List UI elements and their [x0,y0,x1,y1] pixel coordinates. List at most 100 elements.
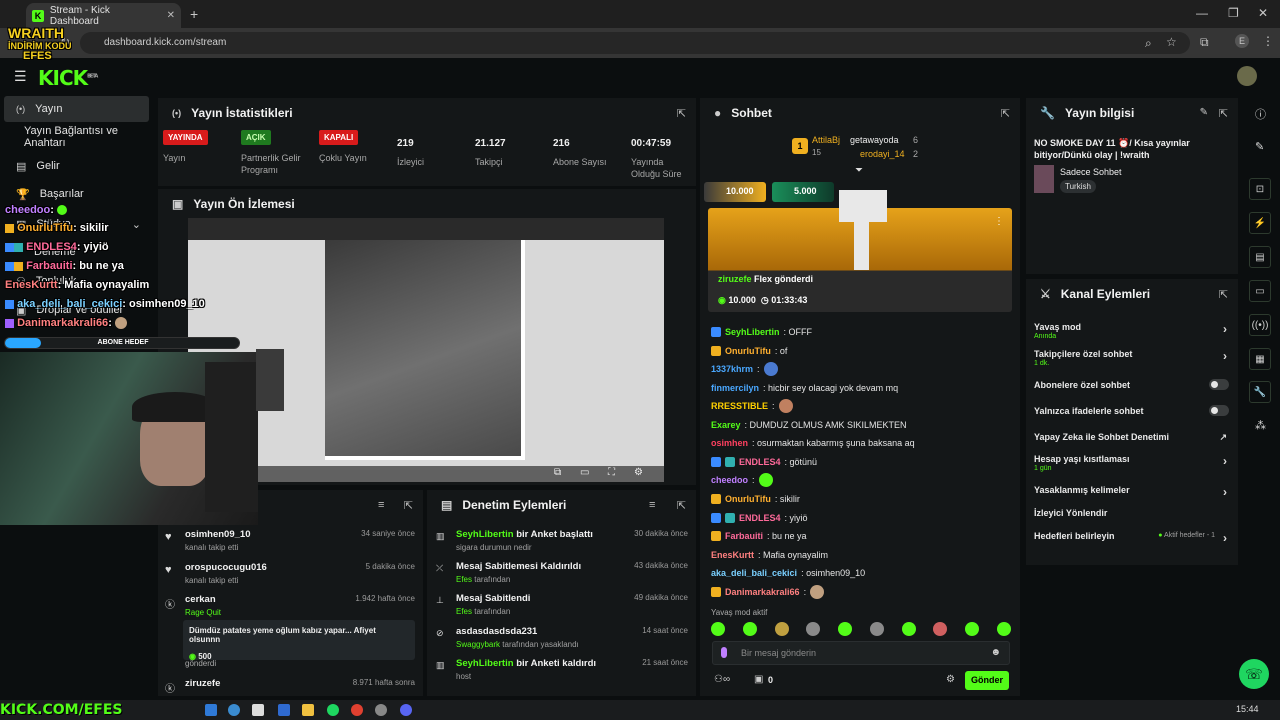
sidebar-item-stream-key[interactable]: Yayın Bağlantısı ve Anahtarı [4,124,149,150]
chat-message[interactable]: osimhen: osurmaktan kabarmış şuna baksan… [711,435,915,451]
edge-icon[interactable] [228,704,240,716]
chat-message[interactable]: finmercilyn: hicbir sey olacagi yok deva… [711,380,898,396]
clock[interactable]: 15:44 [1236,704,1259,714]
chat-message[interactable]: ENDLES4: götünü [711,454,817,470]
profile-avatar[interactable]: E [1235,34,1249,48]
sidebar-item-stream[interactable]: (•) Yayın [4,96,149,122]
tool-icon[interactable]: 🔧 [1249,381,1271,403]
emoji-icon[interactable]: ☻ [990,647,1001,658]
chat-input[interactable]: Bir mesaj gönderin ☻ [712,641,1010,665]
category-name[interactable]: Sadece Sohbet [1060,167,1122,177]
filter-icon[interactable]: ≡ [649,499,655,511]
bookmark-star-icon[interactable]: ☆ [1166,35,1177,49]
pip-icon[interactable]: ⧉ [554,467,561,478]
discord-icon[interactable] [400,704,412,716]
emote-icon[interactable] [806,622,821,636]
support-chat-button[interactable]: ☏ [1239,659,1269,689]
popout-icon[interactable]: ⇱ [1219,107,1228,120]
emote-icon[interactable] [838,622,853,636]
restore-icon[interactable]: ❐ [1228,6,1239,20]
banned-words-row[interactable]: Yasaklanmış kelimeler › [1034,485,1229,499]
more-dots-icon[interactable]: ⋮ [994,216,1004,227]
document-icon[interactable]: ▤ [1249,246,1271,268]
outlook-icon[interactable] [278,704,290,716]
emote-icon[interactable] [965,622,980,636]
url-field[interactable]: dashboard.kick.com/stream [80,32,1190,54]
send-button[interactable]: Gönder [965,671,1009,690]
edit-pencil-icon[interactable]: ✎ [1255,140,1264,153]
chat-message[interactable]: OnurluTifu: of [711,343,787,359]
chat-message[interactable]: SeyhLibertin: OFFF [711,324,812,340]
chat-message[interactable]: OnurluTifu: sikilir [711,491,800,507]
chat-message[interactable]: aka_deli_bali_cekici: osimhen09_10 [711,565,865,581]
chevron-down-icon[interactable]: ⌄ [132,218,141,231]
extensions-icon[interactable]: ⧉ [1200,35,1209,50]
broadcast-icon[interactable]: ((•)) [1249,314,1271,336]
share-icon[interactable]: ⁂ [1255,419,1266,432]
chat-message[interactable]: Farbauiti: bu ne ya [711,528,807,544]
subscribers-only-toggle[interactable] [1209,379,1229,390]
user-avatar[interactable] [1237,66,1257,86]
windows-start-icon[interactable] [205,704,217,716]
gift-chip[interactable]: 5.000 [772,182,834,202]
emote-icon[interactable] [869,622,884,636]
slow-mode-row[interactable]: Yavaş mod Anında › [1034,322,1229,340]
users-icon[interactable]: ⚇∞ [714,674,730,685]
sidebar-item-revenue[interactable]: ▤ Gelir [4,153,149,179]
popout-icon[interactable]: ⇱ [1219,288,1228,301]
zoom-icon[interactable]: ⌕ [1145,36,1152,51]
spotify-icon[interactable] [327,704,339,716]
store-icon[interactable] [252,704,264,716]
popout-icon[interactable]: ⇱ [404,499,413,512]
chat-icon[interactable]: ▭ [1249,280,1271,302]
raid-row[interactable]: İzleyici Yönlendir [1034,508,1229,518]
kick-logo[interactable]: KICKBETA [38,66,98,90]
emote-icon[interactable] [742,622,757,636]
fullscreen-icon[interactable]: ⛶ [608,467,615,478]
file-explorer-icon[interactable] [302,704,314,716]
lightning-icon[interactable]: ⚡ [1249,212,1271,234]
chat-message[interactable]: Exarey: DUMDUZ OLMUS AMK SIKILMEKTEN [711,417,907,433]
chat-message[interactable]: EnesKurtt: Mafia oynayalim [711,547,828,563]
hamburger-menu-icon[interactable]: ☰ [14,68,27,85]
expand-icon[interactable]: ⏷ [855,165,863,176]
gift-chip[interactable]: 10.000 [704,182,766,202]
emote-icon[interactable] [933,622,948,636]
popout-icon[interactable]: ⇱ [1001,107,1010,120]
filter-icon[interactable]: ≡ [378,499,384,511]
ai-moderation-row[interactable]: Yapay Zeka ile Sohbet Denetimi ↗ [1034,432,1229,442]
leaderboard-name[interactable]: getawayoda [850,135,899,145]
emote-icon[interactable] [774,622,789,636]
goals-row[interactable]: Hedefleri belirleyin ● Aktif hedefler - … [1034,531,1229,545]
edit-pencil-icon[interactable]: ✎ [1200,107,1208,118]
account-age-row[interactable]: Hesap yaşı kısıtlaması 1 gün › [1034,454,1229,472]
layout-icon[interactable]: ▦ [1249,348,1271,370]
chat-message[interactable]: 1337khrm: [711,361,778,377]
minimize-icon[interactable]: — [1196,6,1208,20]
new-tab-icon[interactable]: + [190,6,198,22]
emote-icon[interactable] [711,622,725,636]
gift-icon[interactable]: ▣ [754,674,763,685]
chat-message[interactable]: cheedoo: [711,472,773,488]
obs-icon[interactable] [375,704,387,716]
menu-dots-icon[interactable]: ⋮ [1262,34,1274,48]
chrome-icon[interactable] [351,704,363,716]
popout-icon[interactable]: ⇱ [677,107,686,120]
emote-icon[interactable] [996,622,1011,636]
close-window-icon[interactable]: ✕ [1258,6,1268,20]
chat-message[interactable]: ENDLES4: yiyiö [711,510,808,526]
emote-icon[interactable] [901,622,916,636]
settings-gear-icon[interactable]: ⚙ [634,467,643,478]
chat-message[interactable]: Danimarkakrali66: [711,584,825,600]
theater-icon[interactable]: ▭ [580,467,589,478]
info-icon[interactable]: ⓘ [1255,106,1266,122]
scan-icon[interactable]: ⊡ [1249,178,1271,200]
chat-settings-icon[interactable]: ⚙ [946,674,955,685]
chat-message[interactable]: RRESSTIBLE: [711,398,793,414]
close-tab-icon[interactable]: ✕ [167,10,175,21]
popout-icon[interactable]: ⇱ [677,499,686,512]
followers-only-row[interactable]: Takipçilere özel sohbet 1 dk. › [1034,349,1229,367]
leaderboard-name[interactable]: erodayi_14 [860,149,905,159]
leaderboard-name[interactable]: AttilaBj [812,135,840,145]
emotes-only-toggle[interactable] [1209,405,1229,416]
